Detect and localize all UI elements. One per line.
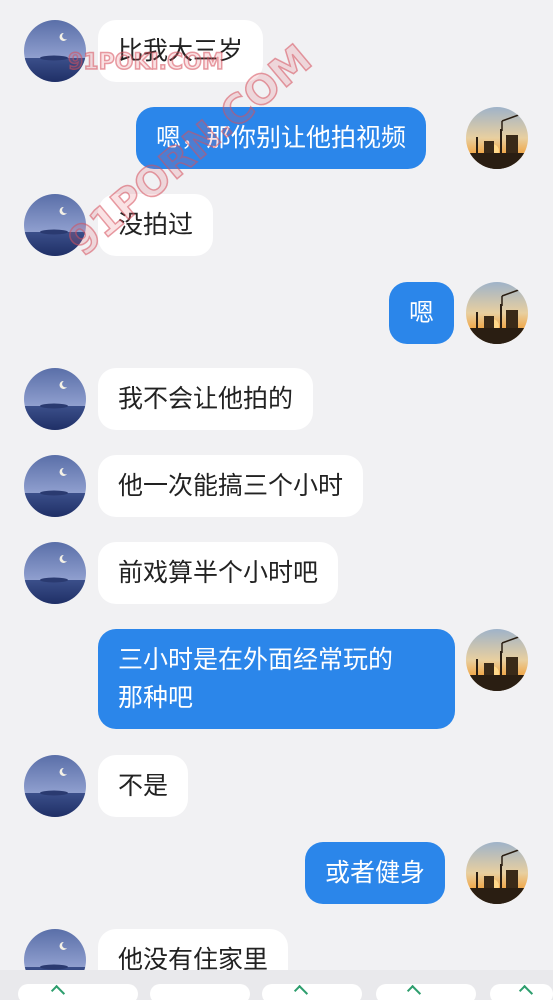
- self-avatar-icon[interactable]: [466, 629, 528, 691]
- self-avatar-icon[interactable]: [466, 107, 528, 169]
- message-bubble-outgoing[interactable]: 或者健身: [305, 842, 446, 904]
- message-bubble-incoming[interactable]: 不是: [98, 755, 189, 817]
- message-row-incoming: 我不会让他拍的: [0, 368, 553, 430]
- message-row-outgoing: 嗯: [0, 282, 553, 344]
- message-line: 那种吧: [118, 683, 194, 712]
- message-row-incoming: 没拍过: [0, 194, 553, 256]
- toolbar-button[interactable]: [150, 984, 250, 1000]
- chat-message-list[interactable]: 比我大三岁 嗯，那你别让他拍视频 没拍过 嗯 我不会让他拍的 他一次能搞三个小时: [0, 0, 553, 1000]
- message-row-incoming: 他一次能搞三个小时: [0, 455, 553, 517]
- message-bubble-incoming[interactable]: 他一次能搞三个小时: [98, 455, 364, 517]
- message-row-outgoing: 三小时是在外面经常玩的 那种吧: [0, 629, 553, 730]
- message-bubble-incoming[interactable]: 我不会让他拍的: [98, 368, 314, 430]
- message-row-outgoing: 或者健身: [0, 842, 553, 904]
- toolbar-button[interactable]: [18, 984, 138, 1000]
- message-bubble-outgoing[interactable]: 嗯: [389, 282, 455, 344]
- message-bubble-incoming[interactable]: 没拍过: [98, 194, 214, 256]
- message-row-incoming: 比我大三岁: [0, 20, 553, 82]
- message-line: 三小时是在外面经常玩的: [118, 645, 394, 674]
- self-avatar-icon[interactable]: [466, 842, 528, 904]
- message-row-incoming: 不是: [0, 755, 553, 817]
- message-bubble-outgoing[interactable]: 嗯，那你别让他拍视频: [136, 107, 427, 169]
- contact-avatar-icon[interactable]: [24, 542, 86, 604]
- message-row-incoming: 前戏算半个小时吧: [0, 542, 553, 604]
- bottom-toolbar: [0, 970, 553, 1000]
- message-bubble-outgoing[interactable]: 三小时是在外面经常玩的 那种吧: [98, 629, 455, 729]
- message-bubble-incoming[interactable]: 比我大三岁: [98, 20, 264, 82]
- contact-avatar-icon[interactable]: [24, 20, 86, 82]
- self-avatar-icon[interactable]: [466, 282, 528, 344]
- contact-avatar-icon[interactable]: [24, 455, 86, 517]
- contact-avatar-icon[interactable]: [24, 194, 86, 256]
- contact-avatar-icon[interactable]: [24, 368, 86, 430]
- contact-avatar-icon[interactable]: [24, 755, 86, 817]
- message-bubble-incoming[interactable]: 前戏算半个小时吧: [98, 542, 339, 604]
- message-row-outgoing: 嗯，那你别让他拍视频: [0, 107, 553, 169]
- toolbar-button[interactable]: [376, 984, 476, 1000]
- toolbar-button[interactable]: [262, 984, 362, 1000]
